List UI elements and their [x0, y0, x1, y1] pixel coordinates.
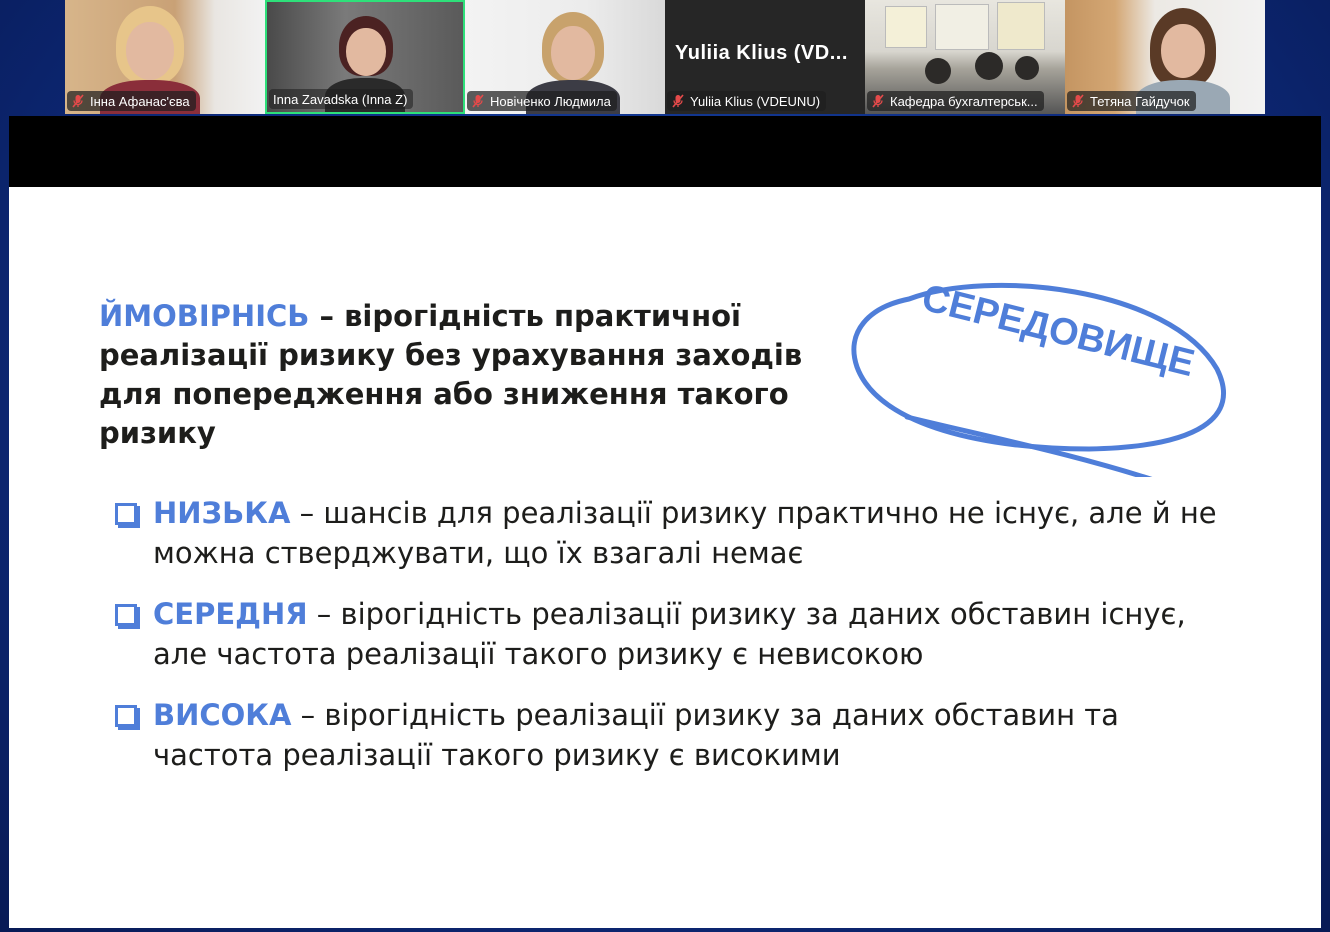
participant-name-bar: Кафедра бухгалтерськ...	[867, 91, 1044, 111]
level-term: СЕРЕДНЯ	[153, 597, 308, 631]
participant-tile[interactable]: Кафедра бухгалтерськ...	[865, 0, 1065, 114]
participant-name-bar: Інна Афанас'єва	[67, 91, 196, 111]
student-figure	[1015, 56, 1039, 80]
mic-off-icon	[672, 94, 684, 108]
shared-screen[interactable]: ЙМОВІРНІСЬ – вірогідність практичної реа…	[9, 116, 1321, 928]
stamp-graphic: СЕРЕДОВИЩЕ	[851, 277, 1226, 477]
participant-tile-active-speaker[interactable]: Inna Zavadska (Inna Z)	[265, 0, 465, 114]
participant-tile[interactable]: Тетяна Гайдучок	[1065, 0, 1265, 114]
mic-off-icon	[72, 94, 84, 108]
mic-off-icon	[872, 94, 884, 108]
participant-gallery: Інна Афанас'єва Inna Zavadska (Inna Z) Н…	[65, 0, 1265, 114]
participant-name: Кафедра бухгалтерськ...	[890, 93, 1038, 109]
presentation-slide: ЙМОВІРНІСЬ – вірогідність практичної реа…	[9, 187, 1321, 928]
level-description: – шансів для реалізації ризику практично…	[153, 496, 1217, 570]
participant-display-name: Yuliia Klius (VD...	[675, 42, 848, 64]
participant-name: Тетяна Гайдучок	[1090, 93, 1190, 109]
checkbox-bullet-icon	[115, 604, 137, 626]
participant-name: Inna Zavadska (Inna Z)	[273, 91, 408, 107]
participant-name-bar: Inna Zavadska (Inna Z)	[269, 89, 414, 109]
mic-off-icon	[472, 94, 484, 108]
participant-name: Новіченко Людмила	[490, 93, 611, 109]
level-description: – вірогідність реалізації ризику за дани…	[153, 698, 1119, 772]
level-term: ВИСОКА	[153, 698, 292, 732]
slide-heading: ЙМОВІРНІСЬ – вірогідність практичної реа…	[99, 297, 819, 453]
list-item: СЕРЕДНЯ – вірогідність реалізації ризику…	[113, 594, 1233, 674]
participant-name: Yuliia Klius (VDEUNU)	[690, 93, 821, 109]
participant-tile[interactable]: Інна Афанас'єва	[65, 0, 265, 114]
participant-name: Інна Афанас'єва	[90, 93, 190, 109]
mic-off-icon	[1072, 94, 1084, 108]
level-description: – вірогідність реалізації ризику за дани…	[153, 597, 1186, 671]
participant-name-bar: Yuliia Klius (VDEUNU)	[667, 91, 827, 111]
classroom-poster	[935, 4, 989, 50]
student-figure	[975, 52, 1003, 80]
participant-name-bar: Тетяна Гайдучок	[1067, 91, 1196, 111]
level-term: НИЗЬКА	[153, 496, 291, 530]
stamp-text: СЕРЕДОВИЩЕ	[918, 277, 1199, 385]
classroom-poster	[997, 2, 1045, 50]
participant-name-bar: Новіченко Людмила	[467, 91, 617, 111]
list-item: НИЗЬКА – шансів для реалізації ризику пр…	[113, 493, 1233, 573]
heading-term: ЙМОВІРНІСЬ	[99, 299, 310, 333]
participant-tile[interactable]: Новіченко Людмила	[465, 0, 665, 114]
probability-levels-list: НИЗЬКА – шансів для реалізації ризику пр…	[113, 493, 1233, 796]
student-figure	[925, 58, 951, 84]
checkbox-bullet-icon	[115, 503, 137, 525]
list-item: ВИСОКА – вірогідність реалізації ризику …	[113, 695, 1233, 775]
shared-screen-letterbox	[9, 116, 1321, 187]
participant-tile-no-video[interactable]: Yuliia Klius (VD... Yuliia Klius (VDEUNU…	[665, 0, 865, 114]
checkbox-bullet-icon	[115, 705, 137, 727]
classroom-poster	[885, 6, 927, 48]
